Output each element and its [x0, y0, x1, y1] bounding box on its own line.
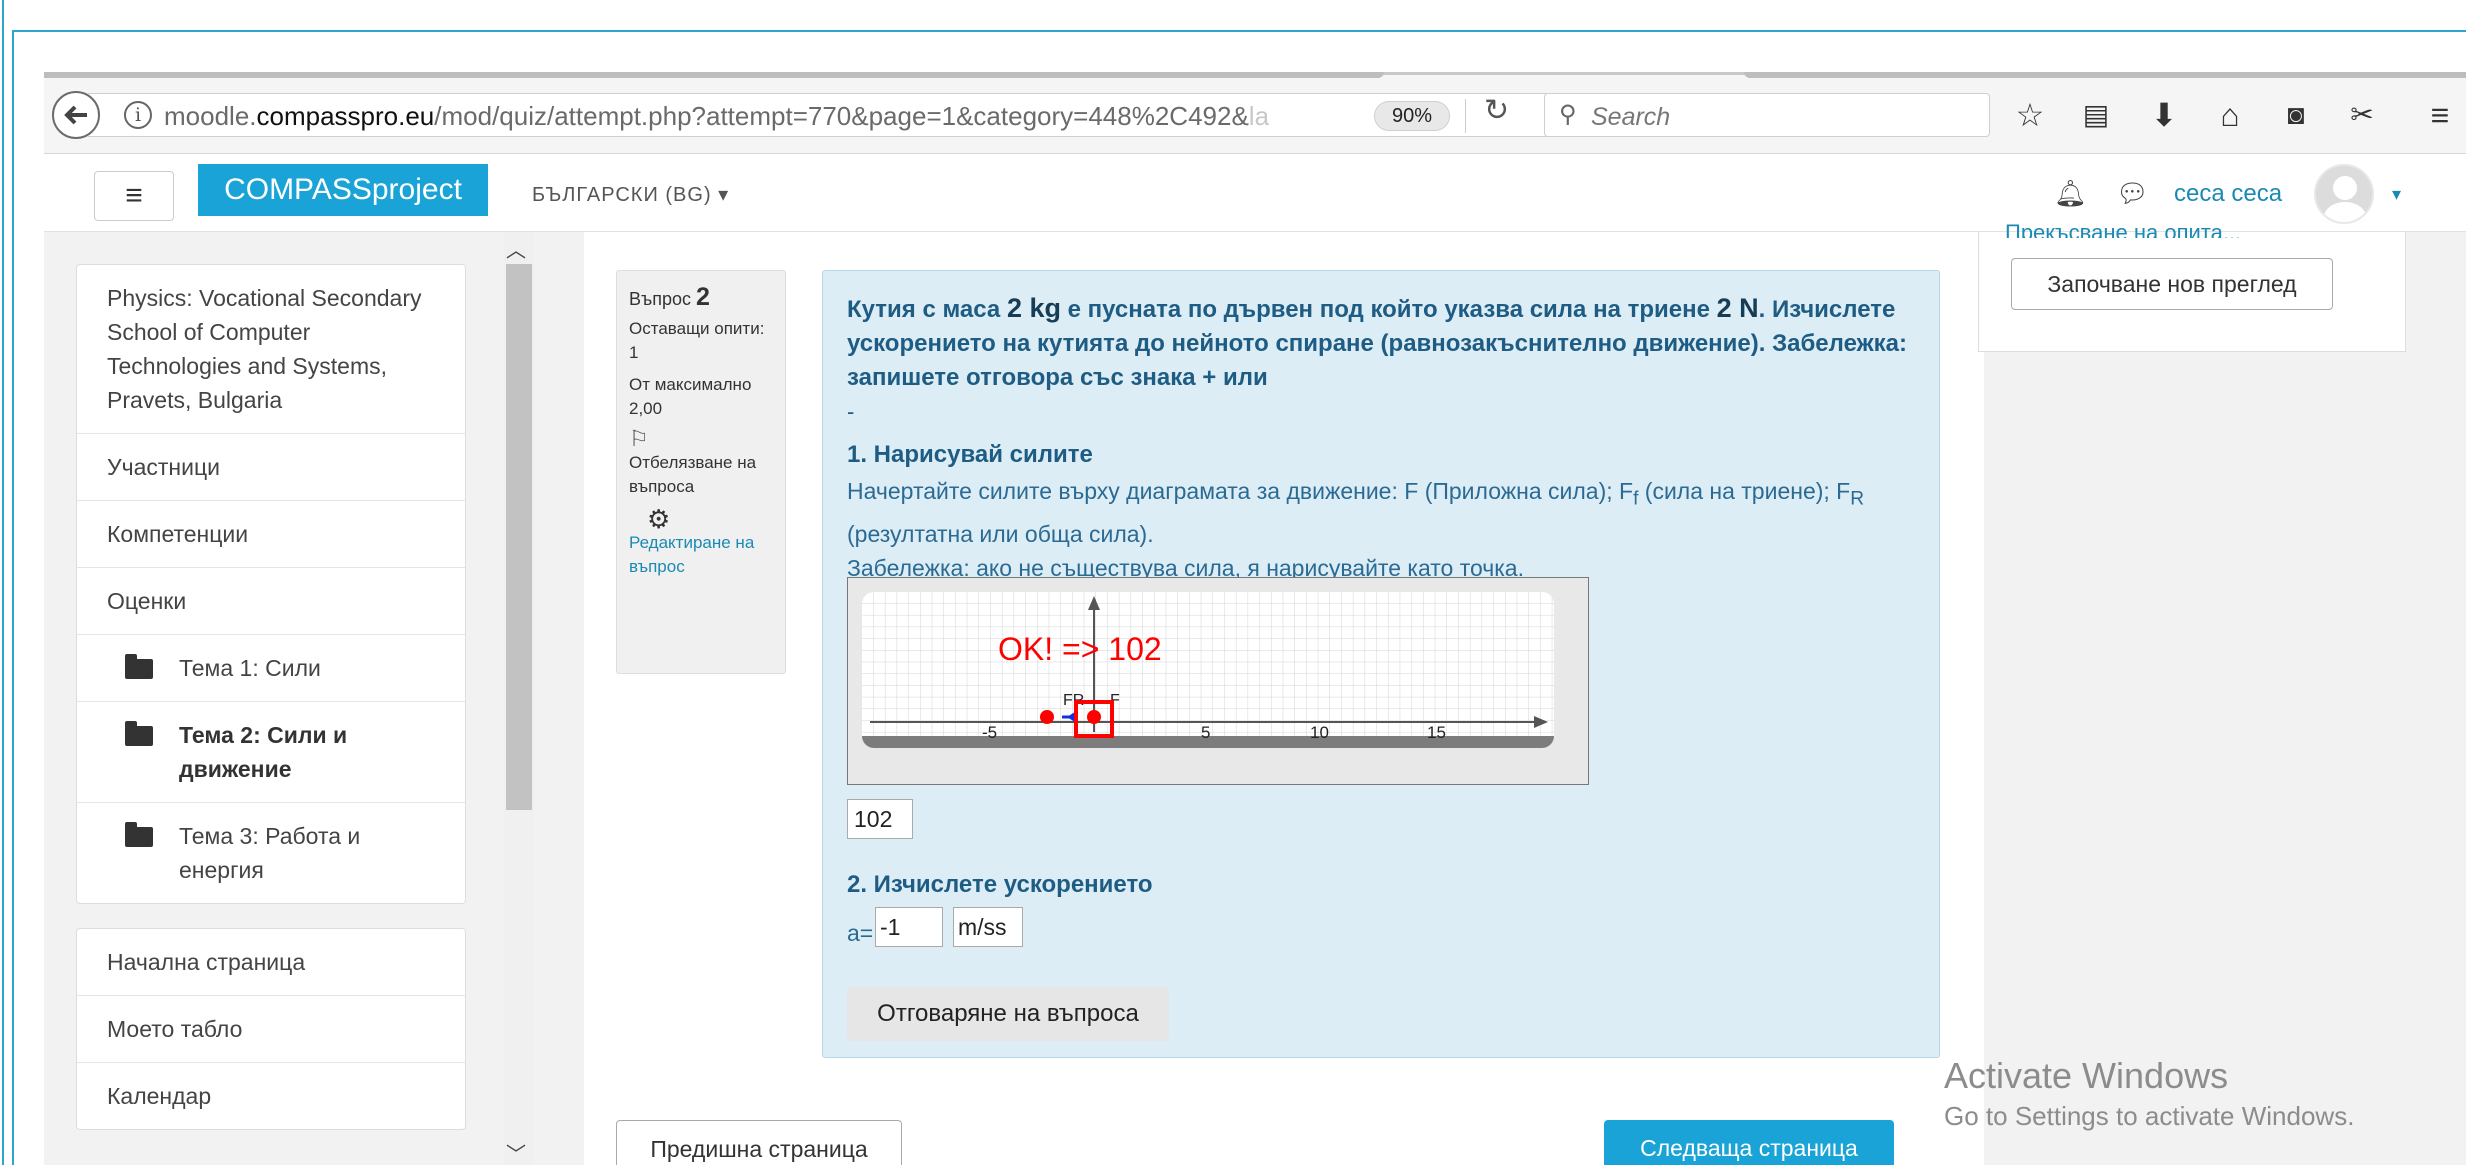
frame-border-left: [2, 0, 4, 1165]
question-number: Въпрос 2: [629, 283, 710, 311]
attempts-remaining: Оставащи опити: 1: [629, 319, 765, 362]
sidebar-item-home[interactable]: Начална страница: [77, 929, 465, 996]
check-answer-button[interactable]: Отговаряне на въпроса: [847, 987, 1169, 1041]
download-icon[interactable]: ⬇: [2142, 95, 2186, 135]
tab-strip: [44, 72, 1384, 78]
screen: i moodle.compasspro.eu/mod/quiz/attempt.…: [0, 0, 2466, 1165]
gear-icon: ⚙: [647, 504, 671, 534]
notifications-bell-icon[interactable]: 🔔︎: [2054, 178, 2087, 209]
sidebar-item-label: Тема 2: Сили и движение: [179, 722, 348, 782]
watermark-subtitle: Go to Settings to activate Windows.: [1944, 1101, 2355, 1131]
watermark-title: Activate Windows: [1944, 1055, 2229, 1096]
tab-strip-right: [1744, 72, 2466, 78]
flag-label: Отбелязване на въпроса: [629, 453, 757, 496]
search-box[interactable]: ⚲ Search: [1544, 93, 1990, 137]
graph-tick-label: 5: [1201, 723, 1210, 742]
search-icon: ⚲: [1559, 101, 1577, 128]
unit-input[interactable]: m/ss: [953, 907, 1023, 947]
sidebar-item-calendar[interactable]: Календар: [77, 1063, 465, 1129]
edit-question-label: Редактиране на въпрос: [629, 533, 755, 576]
question-text: Кутия с маса 2 kg е пусната по дървен по…: [847, 293, 1907, 391]
force-point[interactable]: [1040, 710, 1054, 724]
next-page-button[interactable]: Следваща страница: [1604, 1120, 1894, 1165]
force-diagram-svg[interactable]: OK! => 102 FR F -5 5 10 15: [862, 592, 1554, 748]
sidebar-item-label: Тема 3: Работа и енергия: [179, 823, 361, 883]
flag-question[interactable]: ⚐ Отбелязване на въпроса: [629, 427, 773, 499]
user-menu-caret-icon[interactable]: ▾: [2392, 184, 2401, 205]
sidebar-item-dashboard[interactable]: Моето табло: [77, 996, 465, 1063]
user-name[interactable]: сеса сеса: [2174, 180, 2282, 208]
home-icon[interactable]: ⌂: [2208, 95, 2252, 135]
quiz-admin-block: Прекъсване на опита... Започване нов пре…: [1978, 220, 2406, 352]
diagram-answer-field[interactable]: 102: [847, 799, 913, 839]
graph-tick-label: -5: [982, 723, 997, 742]
max-mark: От максимално 2,00: [629, 375, 752, 418]
course-nav-block: Physics: Vocational Secondary School of …: [76, 264, 466, 904]
sidebar-item-competencies[interactable]: Компетенции: [77, 501, 465, 568]
menu-icon[interactable]: ≡: [2418, 95, 2462, 135]
reload-icon[interactable]: ↻: [1484, 93, 1509, 128]
previous-page-button[interactable]: Предишна страница: [616, 1120, 902, 1165]
graph-tick-label: 15: [1427, 723, 1446, 742]
messages-chat-icon[interactable]: 💬︎: [2116, 178, 2149, 209]
flag-icon: ⚐: [629, 426, 649, 451]
acceleration-input[interactable]: -1: [875, 907, 943, 947]
drawer-toggle-button[interactable]: ≡: [94, 171, 174, 221]
scroll-up-arrow-icon[interactable]: ︿: [506, 234, 526, 263]
nav-drawer: Physics: Vocational Secondary School of …: [76, 264, 466, 1154]
site-info-icon[interactable]: i: [124, 101, 152, 129]
force-diagram[interactable]: OK! => 102 FR F -5 5 10 15: [862, 592, 1554, 748]
url-text[interactable]: moodle.compasspro.eu/mod/quiz/attempt.ph…: [164, 101, 1384, 132]
question-content: Кутия с маса 2 kg е пусната по дървен по…: [822, 270, 1940, 1058]
back-button[interactable]: [52, 91, 100, 139]
browser-toolbar: i moodle.compasspro.eu/mod/quiz/attempt.…: [44, 72, 2466, 154]
section-1-instructions: Начертайте силите върху диаграмата за дв…: [847, 478, 1865, 581]
brand-link[interactable]: COMPASSproject: [198, 164, 488, 216]
windows-activation-watermark: Activate Windows Go to Settings to activ…: [1944, 1054, 2354, 1134]
screenshot-icon[interactable]: ✂: [2340, 95, 2384, 135]
page-content: Physics: Vocational Secondary School of …: [44, 220, 2466, 1165]
sidebar-item-grades[interactable]: Оценки: [77, 568, 465, 635]
bookmark-star-icon[interactable]: ☆: [2008, 95, 2052, 135]
sidebar-item-topic-1[interactable]: Тема 1: Сили: [77, 635, 465, 702]
finish-attempt-link[interactable]: Прекъсване на опита...: [2005, 220, 2241, 238]
graph-tick-label: 10: [1310, 723, 1329, 742]
sidebar-item-label: Тема 1: Сили: [179, 655, 321, 681]
back-arrow-icon: [64, 105, 87, 125]
start-new-preview-button[interactable]: Започване нов преглед: [2011, 258, 2333, 310]
frame-border-inner: [12, 30, 14, 1165]
question-dash: -: [847, 399, 855, 424]
section-1-title: 1. Нарисувай силите: [847, 441, 1093, 468]
reading-list-icon[interactable]: ▤: [2074, 95, 2118, 135]
scroll-down-arrow-icon[interactable]: ﹀: [506, 1138, 526, 1165]
sidebar-item-course[interactable]: Physics: Vocational Secondary School of …: [77, 265, 465, 434]
zoom-indicator[interactable]: 90%: [1374, 101, 1450, 131]
search-placeholder: Search: [1591, 103, 1671, 131]
sidebar-item-topic-3[interactable]: Тема 3: Работа и енергия: [77, 803, 465, 903]
folder-icon: [125, 721, 153, 746]
language-menu[interactable]: БЪЛГАРСКИ (BG) ▾: [532, 182, 729, 207]
sidebar-scrollbar[interactable]: [504, 232, 534, 1165]
pocket-icon[interactable]: ◙: [2274, 95, 2318, 135]
sidebar-item-participants[interactable]: Участници: [77, 434, 465, 501]
sidebar-item-topic-2[interactable]: Тема 2: Сили и движение: [77, 702, 465, 803]
section-2-title: 2. Изчислете ускорението: [847, 871, 1153, 898]
scrollbar-thumb[interactable]: [506, 264, 532, 810]
graph-status-message: OK! => 102: [998, 631, 1162, 667]
frame-border-top: [12, 30, 2466, 32]
box-center-point: [1087, 710, 1101, 724]
edit-question-link[interactable]: ⚙ Редактиране на въпрос: [629, 504, 773, 579]
avatar[interactable]: [2314, 164, 2374, 224]
acceleration-label: a=: [847, 920, 874, 946]
force-diagram-applet[interactable]: OK! => 102 FR F -5 5 10 15: [847, 577, 1589, 785]
folder-icon: [125, 822, 153, 847]
question-info-panel: Въпрос 2 Оставащи опити: 1 От максимално…: [616, 270, 786, 674]
site-nav-block: Начална страница Моето табло Календар: [76, 928, 466, 1130]
browser-window: i moodle.compasspro.eu/mod/quiz/attempt.…: [44, 72, 2466, 1165]
folder-icon: [125, 654, 153, 679]
toolbar-divider: [1465, 99, 1466, 133]
